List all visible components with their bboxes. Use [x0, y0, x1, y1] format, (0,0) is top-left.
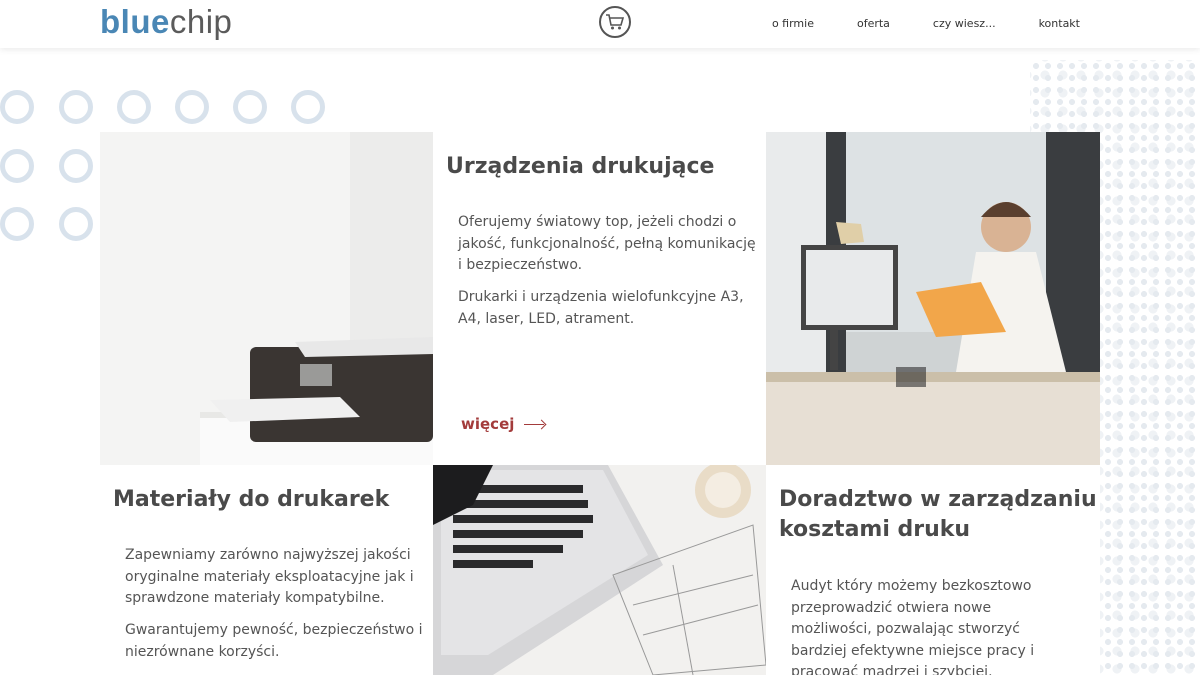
- circle-decoration: [233, 90, 267, 124]
- logo-gray-part: chip: [169, 3, 233, 40]
- laptop-photo: [433, 465, 766, 675]
- more-link[interactable]: więcej: [461, 415, 545, 433]
- office-photo: [766, 132, 1100, 465]
- printer-photo: [100, 132, 433, 465]
- circle-decoration: [0, 149, 34, 183]
- nav-item-kontakt[interactable]: kontakt: [1039, 17, 1080, 30]
- supplies-title: Materiały do drukarek: [113, 487, 390, 512]
- more-link-label: więcej: [461, 415, 515, 433]
- printers-desc-2: Drukarki i urządzenia wielofunkcyjne A3,…: [458, 289, 744, 327]
- printers-title: Urządzenia drukujące: [446, 154, 715, 179]
- supplies-tile: Materiały do drukarek Zapewniamy zarówno…: [100, 465, 433, 675]
- consulting-tile: Doradztwo w zarządzaniu kosztami druku A…: [766, 465, 1100, 675]
- consulting-desc-1: Audyt który możemy bezkosztowo przeprowa…: [791, 578, 1035, 675]
- arrow-right-icon: [524, 423, 545, 425]
- circle-decoration: [0, 207, 34, 241]
- shopping-cart-icon[interactable]: [599, 6, 631, 38]
- nav-item-czy-wiesz[interactable]: czy wiesz...: [933, 17, 996, 30]
- main-nav: o firmie oferta czy wiesz... kontakt: [772, 17, 1080, 30]
- circle-decoration: [0, 90, 34, 124]
- nav-item-o-firmie[interactable]: o firmie: [772, 17, 814, 30]
- circle-decoration: [117, 90, 151, 124]
- logo-blue-part: blue: [100, 3, 170, 40]
- circle-decoration: [59, 90, 93, 124]
- supplies-desc-1: Zapewniamy zarówno najwyższej jakości or…: [125, 547, 414, 606]
- nav-item-oferta[interactable]: oferta: [857, 17, 890, 30]
- circle-decoration: [175, 90, 209, 124]
- supplies-desc-2: Gwarantujemy pewność, bezpieczeństwo i n…: [125, 622, 423, 660]
- circle-decoration: [59, 207, 93, 241]
- site-header: bluechip o firmie oferta czy wiesz... ko…: [0, 0, 1200, 48]
- printers-tile: Urządzenia drukujące Oferujemy światowy …: [433, 132, 766, 465]
- logo[interactable]: bluechip: [100, 2, 232, 42]
- circle-decoration: [291, 90, 325, 124]
- consulting-title: Doradztwo w zarządzaniu kosztami druku: [779, 487, 1097, 542]
- circle-decoration: [59, 149, 93, 183]
- printers-desc-1: Oferujemy światowy top, jeżeli chodzi o …: [458, 214, 756, 273]
